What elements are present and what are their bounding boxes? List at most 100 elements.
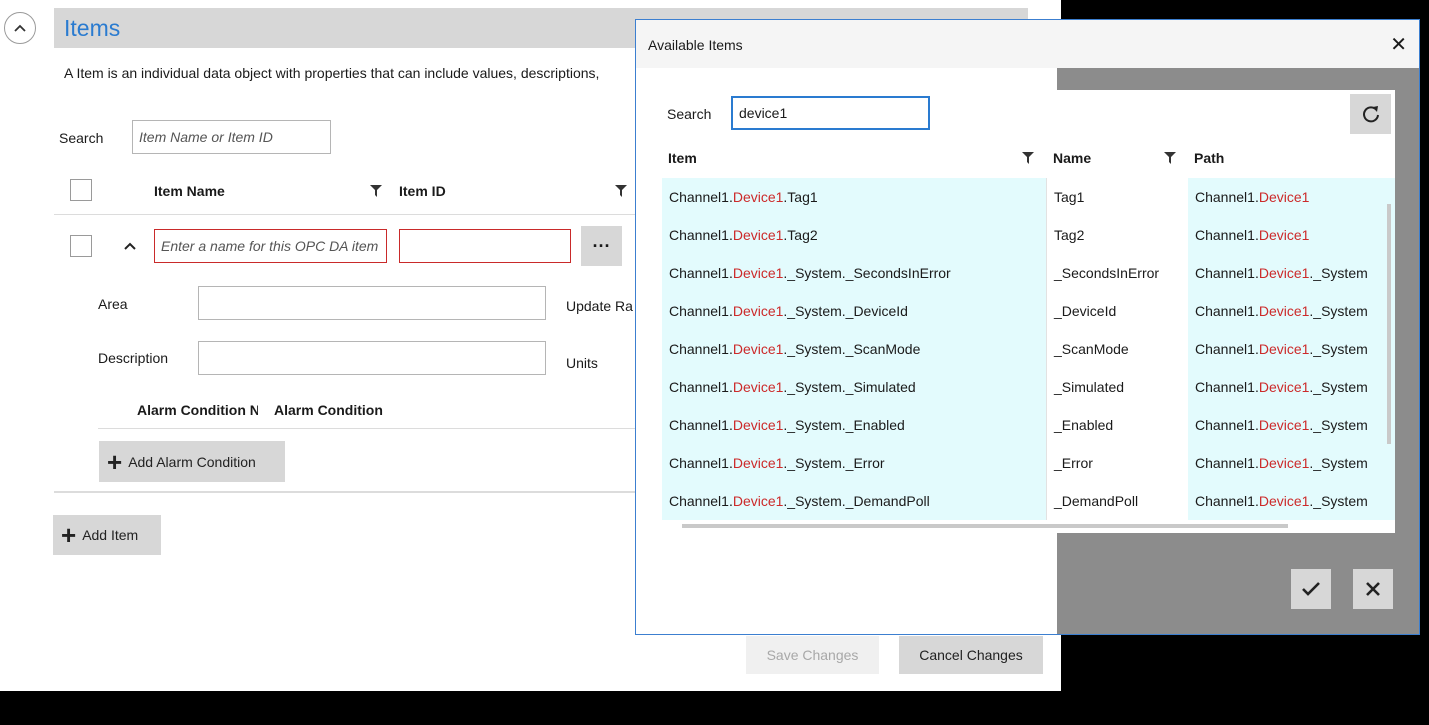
grid-row[interactable]: Channel1. Device1 ._System._Enabled _Enable… [662, 406, 1395, 444]
grid-header-name[interactable]: Name [1053, 150, 1091, 166]
path-cell[interactable]: Channel1. Device1 ._System [1188, 330, 1395, 368]
browse-items-button[interactable]: ··· [581, 226, 622, 266]
name-cell[interactable]: _ScanMode [1046, 330, 1188, 368]
item-search-input[interactable]: Item Name or Item ID [132, 120, 331, 154]
path-cell[interactable]: Channel1. Device1 ._System [1188, 368, 1395, 406]
item-text: Channel1. [669, 417, 733, 433]
path-cell[interactable]: Channel1. Device1 ._System [1188, 406, 1395, 444]
name-cell[interactable]: _DemandPoll [1046, 482, 1188, 520]
item-cell[interactable]: Channel1. Device1 ._System._Enabled [662, 406, 1046, 444]
row-checkbox[interactable] [70, 235, 92, 257]
vertical-scrollbar[interactable] [1387, 204, 1391, 444]
add-alarm-condition-button[interactable]: + Add Alarm Condition [99, 441, 285, 482]
name-cell[interactable]: _Enabled [1046, 406, 1188, 444]
item-cell[interactable]: Channel1. Device1 ._System._DeviceId [662, 292, 1046, 330]
plus-icon: + [107, 446, 123, 477]
filter-icon[interactable] [1022, 152, 1034, 164]
item-text: Channel1. [669, 379, 733, 395]
refresh-button[interactable] [1350, 94, 1391, 134]
item-cell[interactable]: Channel1. Device1 .Tag1 [662, 178, 1046, 216]
name-cell[interactable]: _Error [1046, 444, 1188, 482]
path-cell[interactable]: Channel1. Device1 ._System [1188, 444, 1395, 482]
path-cell[interactable]: Channel1. Device1 ._System [1188, 254, 1395, 292]
grid-header-item[interactable]: Item [668, 150, 697, 166]
close-icon [1366, 582, 1380, 596]
item-text: .Tag2 [783, 227, 818, 243]
area-label: Area [98, 296, 128, 312]
grid-row[interactable]: Channel1. Device1 .Tag2 Tag2 Channel1. Device… [662, 216, 1395, 254]
path-text: ._System [1309, 455, 1368, 471]
column-header-alarm-condition-name[interactable]: Alarm Condition N [137, 402, 258, 418]
column-header-item-name[interactable]: Item Name [154, 183, 225, 199]
item-cell[interactable]: Channel1. Device1 ._System._Error [662, 444, 1046, 482]
grid-row[interactable]: Channel1. Device1 ._System._ScanMode _ScanM… [662, 330, 1395, 368]
item-cell[interactable]: Channel1. Device1 .Tag2 [662, 216, 1046, 254]
item-text: Channel1. [669, 265, 733, 281]
dialog-close-button[interactable]: ✕ [1390, 32, 1407, 57]
item-cell[interactable]: Channel1. Device1 ._System._DemandPoll [662, 482, 1046, 520]
filter-icon[interactable] [1164, 152, 1176, 164]
name-cell[interactable]: Tag1 [1046, 178, 1188, 216]
item-text: Channel1. [669, 341, 733, 357]
dialog-search-label: Search [667, 106, 712, 122]
path-match-highlight: Device1 [1258, 303, 1310, 319]
path-text: Channel1. [1195, 455, 1259, 471]
name-cell[interactable]: _Simulated [1046, 368, 1188, 406]
divider [54, 491, 644, 493]
name-cell[interactable]: Tag2 [1046, 216, 1188, 254]
item-match-highlight: Device1 [732, 417, 784, 433]
cancel-button[interactable] [1353, 569, 1393, 609]
item-id-input[interactable] [399, 229, 571, 263]
path-cell[interactable]: Channel1. Device1 ._System [1188, 482, 1395, 520]
path-match-highlight: Device1 [1258, 493, 1310, 509]
path-match-highlight: Device1 [1258, 417, 1310, 433]
units-label: Units [566, 355, 598, 371]
section-title: Items [64, 15, 121, 41]
grid-header-path[interactable]: Path [1194, 150, 1224, 166]
path-cell[interactable]: Channel1. Device1 [1188, 216, 1395, 254]
chevron-up-icon[interactable] [123, 241, 137, 251]
item-cell[interactable]: Channel1. Device1 ._System._Simulated [662, 368, 1046, 406]
filter-icon[interactable] [615, 185, 627, 197]
item-text: ._System._DemandPoll [783, 493, 930, 509]
search-label: Search [59, 130, 104, 146]
cancel-changes-button[interactable]: Cancel Changes [899, 636, 1043, 674]
item-text: ._System._Error [783, 455, 885, 471]
select-all-checkbox[interactable] [70, 179, 92, 201]
path-cell[interactable]: Channel1. Device1 ._System [1188, 292, 1395, 330]
description-input[interactable] [198, 341, 546, 375]
path-text: Channel1. [1195, 379, 1259, 395]
grid-row[interactable]: Channel1. Device1 ._System._Simulated _Simu… [662, 368, 1395, 406]
grid-row[interactable]: Channel1. Device1 ._System._DeviceId _Devic… [662, 292, 1395, 330]
item-text: Channel1. [669, 303, 733, 319]
add-item-button[interactable]: + Add Item [53, 515, 161, 555]
column-header-alarm-condition[interactable]: Alarm Condition [274, 402, 383, 418]
item-text: Channel1. [669, 455, 733, 471]
grid-row[interactable]: Channel1. Device1 ._System._Error _Error Cha… [662, 444, 1395, 482]
filter-icon[interactable] [370, 185, 382, 197]
path-text: Channel1. [1195, 265, 1259, 281]
collapse-section-button[interactable] [4, 12, 36, 44]
path-text: Channel1. [1195, 341, 1259, 357]
grid-row[interactable]: Channel1. Device1 ._System._SecondsInError… [662, 254, 1395, 292]
path-match-highlight: Device1 [1258, 227, 1310, 243]
path-text: Channel1. [1195, 189, 1259, 205]
add-item-label: Add Item [82, 527, 139, 543]
dialog-titlebar-right [1057, 20, 1419, 68]
dialog-title-text: Available Items [648, 37, 743, 53]
area-input[interactable] [198, 286, 546, 320]
horizontal-scrollbar[interactable] [682, 524, 1288, 528]
column-header-item-id[interactable]: Item ID [399, 183, 446, 199]
item-name-input[interactable]: Enter a name for this OPC DA item [154, 229, 387, 263]
save-changes-button[interactable]: Save Changes [746, 636, 879, 674]
item-cell[interactable]: Channel1. Device1 ._System._ScanMode [662, 330, 1046, 368]
dialog-search-input[interactable]: device1 [731, 96, 930, 130]
refresh-icon [1362, 106, 1379, 123]
confirm-button[interactable] [1291, 569, 1331, 609]
grid-row[interactable]: Channel1. Device1 ._System._DemandPoll _Dem… [662, 482, 1395, 520]
name-cell[interactable]: _SecondsInError [1046, 254, 1188, 292]
grid-row[interactable]: Channel1. Device1 .Tag1 Tag1 Channel1. Device… [662, 178, 1395, 216]
item-cell[interactable]: Channel1. Device1 ._System._SecondsInError [662, 254, 1046, 292]
name-cell[interactable]: _DeviceId [1046, 292, 1188, 330]
path-cell[interactable]: Channel1. Device1 [1188, 178, 1395, 216]
